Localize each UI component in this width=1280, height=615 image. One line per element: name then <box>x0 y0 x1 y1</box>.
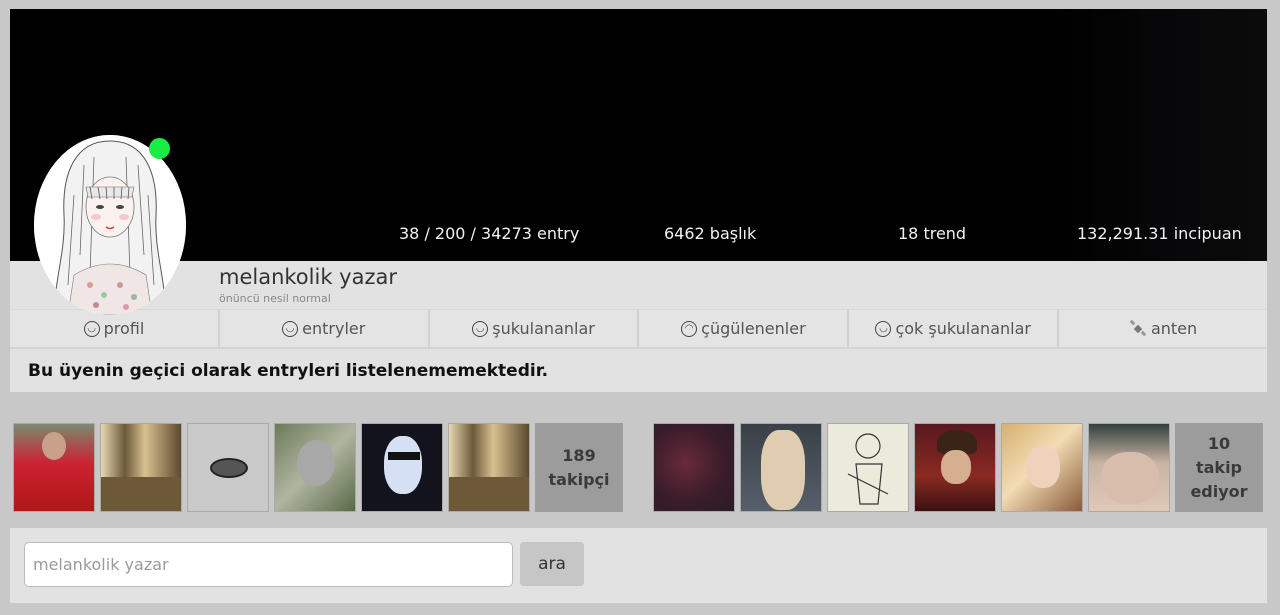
following-count-button[interactable]: 10 takip ediyor <box>1175 423 1263 512</box>
followers-strip: 189 takipçi <box>13 423 623 512</box>
follower-avatar[interactable] <box>361 423 443 512</box>
follower-avatar[interactable] <box>100 423 182 512</box>
following-strip: 10 takip ediyor <box>653 423 1263 512</box>
profile-tabs: ◡ profil ◡ entryler ◡ şukulananlar ◠ çüg… <box>10 309 1267 349</box>
smiley-icon: ◡ <box>472 320 489 337</box>
entry-count[interactable]: 38 / 200 / 34273 entry <box>399 224 579 243</box>
trend-count[interactable]: 18 trend <box>898 224 966 243</box>
profile-stats: 38 / 200 / 34273 entry 6462 başlık 18 tr… <box>10 224 1267 248</box>
satellite-icon <box>1129 319 1147 336</box>
followers-count-button[interactable]: 189 takipçi <box>535 423 623 512</box>
user-generation: önüncü nesil normal <box>219 292 331 305</box>
following-avatar[interactable] <box>653 423 735 512</box>
entries-hidden-notice: Bu üyenin geçici olarak entryleri listel… <box>28 361 549 381</box>
search-panel: ara <box>10 528 1267 603</box>
follower-avatar[interactable] <box>448 423 530 512</box>
follower-avatar[interactable] <box>187 423 269 512</box>
cover-image: 38 / 200 / 34273 entry 6462 başlık 18 tr… <box>10 9 1267 261</box>
following-avatar[interactable] <box>827 423 909 512</box>
tab-cugulenenler[interactable]: ◠ çügülenenler <box>639 309 850 349</box>
following-avatar[interactable] <box>1088 423 1170 512</box>
follower-avatar[interactable] <box>13 423 95 512</box>
topic-count[interactable]: 6462 başlık <box>664 224 756 243</box>
search-input[interactable] <box>24 542 513 587</box>
cool-smiley-icon: ◡ <box>83 320 100 337</box>
points-count: 132,291.31 incipuan <box>1077 224 1242 243</box>
profile-card: 38 / 200 / 34273 entry 6462 başlık 18 tr… <box>10 9 1267 392</box>
following-avatar[interactable] <box>1001 423 1083 512</box>
search-button[interactable]: ara <box>520 542 584 586</box>
tab-profil[interactable]: ◡ profil <box>10 309 220 349</box>
following-avatar[interactable] <box>914 423 996 512</box>
smiley-icon: ◡ <box>282 320 299 337</box>
tab-sukulananlar[interactable]: ◡ şukulananlar <box>429 309 640 349</box>
tab-anten[interactable]: anten <box>1059 309 1267 349</box>
tab-cok-sukulananlar[interactable]: ◡ çok şukulananlar <box>849 309 1060 349</box>
username: melankolik yazar <box>219 265 397 289</box>
online-status-indicator <box>149 138 170 159</box>
frown-icon: ◠ <box>681 320 698 337</box>
avatar[interactable] <box>34 135 186 315</box>
tab-entryler[interactable]: ◡ entryler <box>219 309 430 349</box>
following-avatar[interactable] <box>740 423 822 512</box>
follower-avatar[interactable] <box>274 423 356 512</box>
grin-icon: ◡ <box>875 320 892 337</box>
